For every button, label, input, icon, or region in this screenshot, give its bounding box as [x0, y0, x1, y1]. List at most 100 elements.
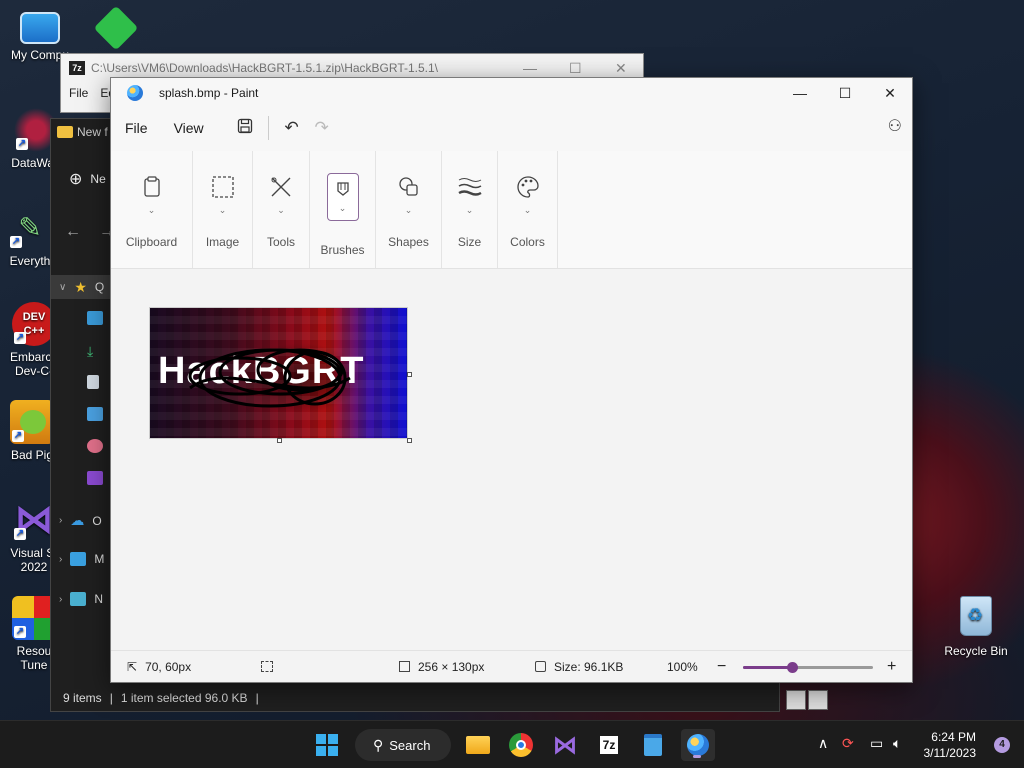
- taskbar-7zip[interactable]: 7z: [593, 729, 625, 761]
- ribbon-group-colors[interactable]: ⌄ Colors: [498, 151, 558, 268]
- ribbon-group-clipboard[interactable]: ⌄ Clipboard: [111, 151, 193, 268]
- zoom-level: 100%: [667, 659, 698, 674]
- chevron-down-icon: ⌄: [523, 205, 532, 215]
- new-button[interactable]: ⊕ Ne: [69, 169, 106, 189]
- menu-bar: File View ↶ ↷ ⚇: [111, 108, 912, 148]
- explorer-tab[interactable]: New f: [57, 125, 108, 139]
- pictures-icon: [87, 407, 103, 421]
- videos-icon: [87, 471, 103, 485]
- minimize-button[interactable]: —: [777, 78, 823, 108]
- selection-size: [261, 661, 273, 672]
- maximize-button[interactable]: ☐: [569, 60, 582, 77]
- taskbar: ⚲ Search ⋈ 7z ∧ ⟳ ▭ 🔈︎ 6:24 PM 3/11/2023…: [0, 720, 1024, 768]
- sidebar-item-this-pc[interactable]: › M: [59, 552, 104, 566]
- document-icon: [87, 375, 99, 389]
- chevron-down-icon: ⌄: [338, 202, 347, 213]
- search-button[interactable]: ⚲ Search: [355, 729, 451, 761]
- menu-file[interactable]: File: [125, 120, 160, 136]
- clipboard-icon: [138, 173, 166, 201]
- recycle-bin-icon: [960, 596, 992, 636]
- back-button[interactable]: ←: [65, 223, 81, 241]
- network-icon: [70, 592, 87, 606]
- sidebar-item-documents[interactable]: [87, 375, 99, 389]
- taskbar-file-explorer[interactable]: [462, 729, 494, 761]
- ribbon: ⌄ Clipboard ⌄ Image ⌄ Tools ⌄ Brushes ⌄ …: [111, 151, 912, 269]
- sidebar-item-videos[interactable]: [87, 471, 103, 485]
- computer-icon: [20, 12, 60, 44]
- zoom-slider-thumb[interactable]: [787, 662, 799, 673]
- save-icon[interactable]: [230, 118, 260, 139]
- sidebar-item-desktop[interactable]: [87, 311, 103, 325]
- resize-handle-bottom[interactable]: [277, 438, 282, 443]
- sidebar-item-downloads[interactable]: ⤓: [87, 343, 93, 360]
- network-icon[interactable]: ▭: [870, 735, 883, 752]
- desktop-icon-recycle-bin[interactable]: Recycle Bin: [938, 596, 1014, 658]
- update-icon[interactable]: ⟳: [842, 735, 854, 752]
- ribbon-group-brushes[interactable]: ⌄ Brushes: [310, 151, 376, 268]
- sidebar-item-music[interactable]: [87, 439, 103, 453]
- size-icon: [456, 173, 484, 201]
- share-icon[interactable]: ⚇: [888, 116, 902, 136]
- ribbon-group-image[interactable]: ⌄ Image: [193, 151, 253, 268]
- paint-icon: [687, 734, 709, 756]
- music-icon: [87, 439, 103, 453]
- shapes-icon: [395, 173, 423, 201]
- date: 3/11/2023: [923, 746, 977, 760]
- taskbar-notepad[interactable]: [637, 729, 669, 761]
- ribbon-group-size[interactable]: ⌄ Size: [442, 151, 498, 268]
- details-view-button[interactable]: [786, 690, 806, 710]
- desktop-icon-label: Recycle Bin: [944, 644, 1008, 658]
- sidebar-item-onedrive[interactable]: › ☁ O: [59, 512, 102, 529]
- resize-handle-right[interactable]: [407, 372, 412, 377]
- minimize-button[interactable]: —: [523, 60, 537, 76]
- zoom-out-button[interactable]: −: [717, 658, 726, 676]
- zoom-in-button[interactable]: +: [887, 658, 896, 676]
- close-button[interactable]: ✕: [867, 78, 913, 108]
- chevron-down-icon: ⌄: [147, 205, 156, 215]
- ribbon-group-tools[interactable]: ⌄ Tools: [253, 151, 310, 268]
- menu-view[interactable]: View: [174, 120, 216, 136]
- bad-piggies-icon: ↗: [10, 400, 54, 444]
- active-indicator: [693, 755, 701, 758]
- taskbar-paint[interactable]: [681, 729, 715, 761]
- canvas-image[interactable]: HackBGRT: [150, 308, 407, 438]
- folder-icon: [57, 126, 73, 138]
- sidebar-item-quick-access[interactable]: ∨ ★ Q: [51, 275, 111, 299]
- window-title: splash.bmp - Paint: [159, 86, 259, 100]
- window-paint[interactable]: splash.bmp - Paint — ☐ ✕ File View ↶ ↷ ⚇…: [110, 77, 913, 683]
- canvas-area[interactable]: HackBGRT: [111, 269, 912, 652]
- start-icon: [316, 734, 338, 756]
- view-buttons: [786, 690, 828, 710]
- desktop-icon-app[interactable]: [93, 5, 140, 52]
- file-size: Size: 96.1KB: [535, 660, 623, 674]
- tiles-view-button[interactable]: [808, 690, 828, 710]
- undo-icon[interactable]: ↶: [277, 118, 307, 138]
- notification-badge[interactable]: 4: [994, 737, 1010, 753]
- ribbon-group-shapes[interactable]: ⌄ Shapes: [376, 151, 442, 268]
- start-button[interactable]: [311, 729, 343, 761]
- chevron-right-icon: ›: [59, 553, 63, 565]
- time: 6:24 PM: [931, 730, 976, 744]
- redo-icon[interactable]: ↷: [307, 118, 337, 138]
- divider: [267, 116, 269, 140]
- sidebar-item-pictures[interactable]: [87, 407, 103, 421]
- resize-handle-corner[interactable]: [407, 438, 412, 443]
- selection-info: 1 item selected 96.0 KB: [120, 691, 248, 705]
- maximize-button[interactable]: ☐: [822, 78, 868, 108]
- divider: |: [255, 691, 259, 705]
- sidebar-item-network[interactable]: › N: [59, 592, 103, 606]
- zoom-slider[interactable]: [743, 662, 873, 673]
- close-button[interactable]: ✕: [615, 60, 627, 77]
- menu-file[interactable]: File: [69, 86, 88, 100]
- taskbar-visual-studio[interactable]: ⋈: [549, 729, 581, 761]
- computer-icon: [70, 552, 87, 566]
- visual-studio-icon: ⋈: [553, 731, 577, 759]
- lightning-icon: [93, 5, 139, 51]
- volume-icon[interactable]: 🔈︎: [893, 735, 901, 752]
- clock[interactable]: 6:24 PM 3/11/2023: [924, 729, 977, 761]
- taskbar-chrome[interactable]: [505, 729, 537, 761]
- cursor-position: ⇱ 70, 60px: [127, 659, 192, 674]
- paint-status-bar: ⇱ 70, 60px 256 × 130px Size: 96.1KB 100%…: [111, 650, 912, 682]
- crop-icon: [399, 661, 410, 672]
- chevron-up-icon[interactable]: ∧: [818, 735, 828, 752]
